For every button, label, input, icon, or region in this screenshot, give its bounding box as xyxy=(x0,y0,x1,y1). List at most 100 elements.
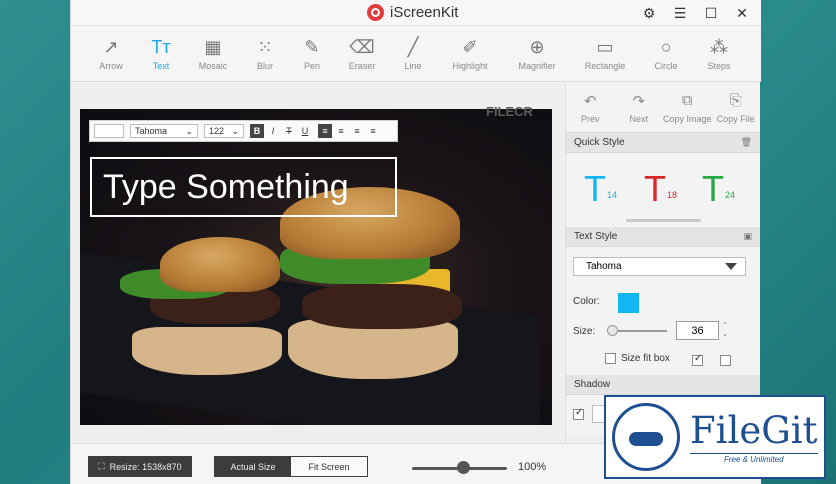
tool-label: Text xyxy=(152,61,170,71)
tool-label: Blur xyxy=(256,61,273,71)
bold-button[interactable]: B xyxy=(250,124,264,138)
resize-label: Resize: 1538x870 xyxy=(109,461,182,472)
align-justify-icon[interactable]: ≡ xyxy=(366,124,380,138)
next-button[interactable]: ↷ Next xyxy=(615,92,663,124)
maximize-icon[interactable]: ☐ xyxy=(702,4,720,22)
prev-button[interactable]: ↶ Prev xyxy=(566,92,614,124)
caret-down-icon xyxy=(725,263,737,270)
window-controls: ⚙ ☰ ☐ ✕ xyxy=(640,4,751,22)
quick-style-3[interactable]: T24 xyxy=(702,171,736,216)
blur-icon: ⁙ xyxy=(257,36,273,57)
copy-image-icon: ⧉ xyxy=(681,92,693,109)
tool-circle[interactable]: ○ Circle xyxy=(638,36,694,72)
circle-icon: ○ xyxy=(660,36,672,57)
tool-pen[interactable]: ✎ Pen xyxy=(284,36,340,72)
underline-button[interactable]: U xyxy=(298,124,312,138)
text-annotation[interactable]: Type Something xyxy=(90,157,397,217)
cloud-icon xyxy=(629,432,663,446)
quick-style-2[interactable]: T18 xyxy=(644,171,677,216)
undo-icon: ↶ xyxy=(583,93,597,110)
copy-file-icon: ⎘ xyxy=(729,92,742,109)
copy-file-button[interactable]: ⎘ Copy File xyxy=(712,92,760,124)
text-icon: Tт xyxy=(151,36,171,57)
tool-eraser[interactable]: ⌫ Eraser xyxy=(334,36,390,72)
tool-mosaic[interactable]: ▦ Mosaic xyxy=(185,36,241,72)
font-size-value: 122 xyxy=(209,126,225,136)
align-right-icon[interactable]: ≡ xyxy=(350,124,364,138)
shadow-title: Shadow xyxy=(574,379,611,390)
filegit-badge: FileGit Free & Unlimited xyxy=(604,395,826,479)
tool-rectangle[interactable]: ▭ Rectangle xyxy=(577,36,633,72)
actual-size-button[interactable]: Actual Size xyxy=(215,457,291,476)
style-font-value: Tahoma xyxy=(586,261,622,272)
zoom-slider-knob[interactable] xyxy=(457,461,470,474)
close-icon[interactable]: ✕ xyxy=(733,4,751,22)
tool-label: Mosaic xyxy=(198,61,228,71)
tool-label: Magnifier xyxy=(518,61,556,71)
tool-magnifier[interactable]: ⊕ Magnifier xyxy=(509,36,565,72)
tool-highlight[interactable]: ✐ Highlight xyxy=(442,36,498,72)
tool-label: Steps xyxy=(707,61,731,71)
color-swatch[interactable] xyxy=(618,293,639,313)
side-tools: ↶ Prev ↷ Next ⧉ Copy Image ⎘ Copy File xyxy=(566,83,760,133)
fit-screen-button[interactable]: Fit Screen xyxy=(291,457,367,476)
align-left-icon[interactable]: ≡ xyxy=(318,124,332,138)
eraser-icon: ⌫ xyxy=(349,36,375,57)
align-center-icon[interactable]: ≡ xyxy=(334,124,348,138)
view-toggle: Actual Size Fit Screen xyxy=(214,456,368,477)
magnifier-icon: ⊕ xyxy=(529,36,545,57)
font-select-value: Tahoma xyxy=(135,126,168,136)
settings-icon[interactable]: ⚙ xyxy=(640,4,658,22)
watermark: FILECR xyxy=(486,104,533,119)
save-icon[interactable]: ▣ xyxy=(743,231,752,242)
bun-bottom-left xyxy=(132,327,282,375)
option-checkbox-2[interactable] xyxy=(720,355,731,366)
tool-line[interactable]: ╱ Line xyxy=(385,36,441,72)
rectangle-icon: ▭ xyxy=(596,36,614,57)
size-fit-label: Size fit box xyxy=(621,353,670,364)
menu-icon[interactable]: ☰ xyxy=(671,4,689,22)
align-buttons: ≡ ≡ ≡ ≡ xyxy=(318,124,380,138)
tool-text[interactable]: Tт Text xyxy=(133,36,189,72)
quick-style-1-size: 14 xyxy=(607,190,618,200)
tool-label: Pen xyxy=(303,61,320,71)
copy-image-button[interactable]: ⧉ Copy Image xyxy=(662,92,712,124)
filegit-text: FileGit Free & Unlimited xyxy=(690,410,818,464)
text-format-toolbar: Tahoma ⌄ 122 ⌄ B I T U ≡ ≡ ≡ ≡ xyxy=(89,120,398,142)
size-input[interactable]: 36 xyxy=(676,321,719,340)
filegit-tagline: Free & Unlimited xyxy=(690,452,818,464)
style-buttons: B I T U xyxy=(250,124,312,138)
shadow-checkbox[interactable] xyxy=(573,407,584,420)
tool-label: Eraser xyxy=(348,61,376,71)
copy-image-label: Copy Image xyxy=(662,114,712,124)
italic-button[interactable]: I xyxy=(266,124,280,138)
line-icon: ╱ xyxy=(407,36,419,57)
zoom-value: 100% xyxy=(518,461,547,473)
size-fit-checkbox[interactable] xyxy=(605,353,616,364)
text-style-header: Text Style ▣ xyxy=(566,227,760,247)
option-checkbox-1[interactable] xyxy=(692,353,703,366)
tool-steps[interactable]: ⁂ Steps xyxy=(691,36,747,72)
size-slider-knob[interactable] xyxy=(607,325,618,336)
trash-icon[interactable]: 🗑 xyxy=(741,137,752,148)
mosaic-icon: ▦ xyxy=(204,36,222,57)
style-font-select[interactable]: Tahoma xyxy=(573,257,746,276)
font-size-select[interactable]: 122 ⌄ xyxy=(204,124,244,138)
tool-label: Rectangle xyxy=(584,61,626,71)
highlight-icon: ✐ xyxy=(462,36,478,57)
shadow-header: Shadow xyxy=(566,375,760,395)
size-spinner[interactable]: ⌃ ⌄ xyxy=(722,321,728,339)
color-label: Color: xyxy=(573,296,600,307)
font-select[interactable]: Tahoma ⌄ xyxy=(130,124,198,138)
size-label: Size: xyxy=(573,326,596,337)
resize-button[interactable]: ⛶ Resize: 1538x870 xyxy=(88,456,192,477)
text-color-box[interactable] xyxy=(94,124,124,138)
quick-style-1[interactable]: T14 xyxy=(584,171,618,216)
tool-label: Line xyxy=(404,61,422,71)
quick-style-scrollbar[interactable] xyxy=(626,219,701,222)
quick-style-3-size: 24 xyxy=(725,190,736,200)
strikethrough-button[interactable]: T xyxy=(282,124,296,138)
size-slider-track[interactable] xyxy=(610,330,667,332)
tool-arrow[interactable]: ↗ Arrow xyxy=(83,36,139,72)
pen-icon: ✎ xyxy=(304,36,320,57)
